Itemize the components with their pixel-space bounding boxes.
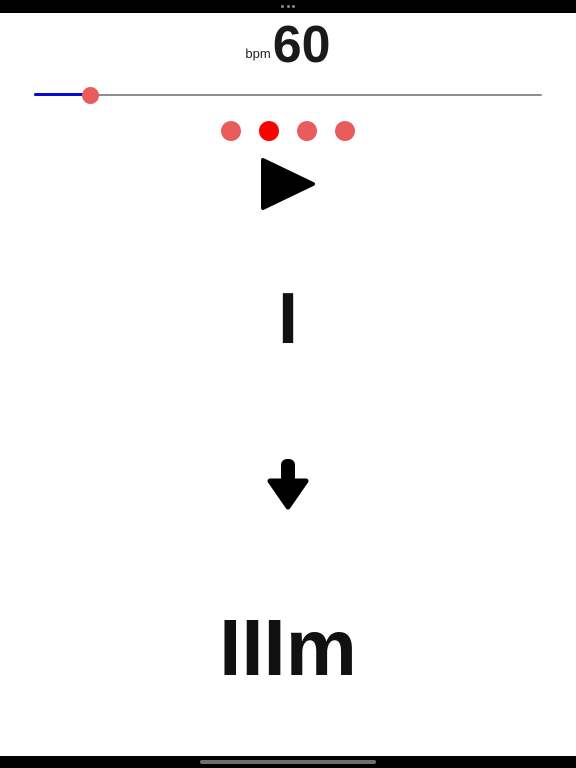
- slider-track[interactable]: [34, 94, 542, 96]
- metronome-screen: bpm 60 I IIIm: [0, 13, 576, 756]
- beat-indicators: [0, 121, 576, 141]
- tempo-unit: bpm: [245, 46, 271, 61]
- play-button[interactable]: [259, 156, 317, 212]
- play-icon: [261, 158, 315, 210]
- beat-dot: [297, 121, 317, 141]
- slider-thumb[interactable]: [82, 87, 99, 104]
- beat-dot: [335, 121, 355, 141]
- multitasking-dots-icon[interactable]: [281, 4, 295, 8]
- current-chord: I: [277, 279, 298, 359]
- tempo-value: 60: [272, 16, 331, 74]
- beat-dot: [259, 121, 279, 141]
- beat-dot: [221, 121, 241, 141]
- tempo-display: bpm 60: [0, 19, 576, 71]
- down-arrow-icon: [266, 457, 310, 511]
- tempo-slider[interactable]: [34, 87, 542, 104]
- home-indicator[interactable]: [200, 760, 376, 764]
- next-chord: IIIm: [219, 603, 357, 692]
